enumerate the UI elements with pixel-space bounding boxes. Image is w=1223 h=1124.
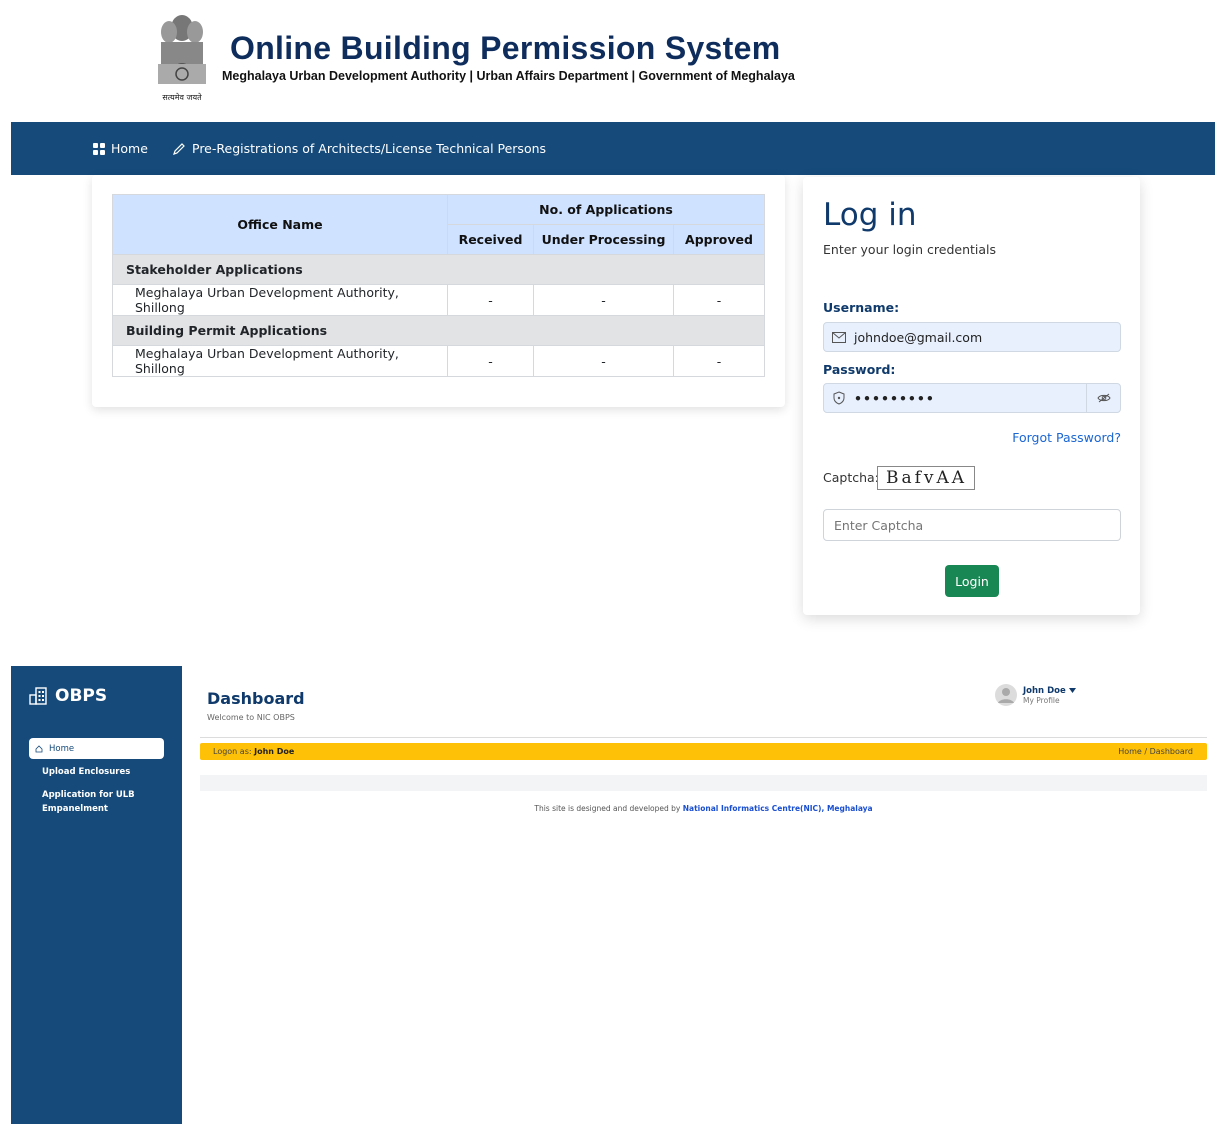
toggle-password-eye-icon[interactable]	[1086, 384, 1120, 412]
top-navbar: Home Pre-Registrations of Architects/Lic…	[11, 122, 1215, 175]
received-cell: -	[447, 345, 534, 377]
login-card: Log in Enter your login credentials User…	[803, 177, 1140, 615]
username-field[interactable]: johndoe@gmail.com	[823, 322, 1121, 352]
brand-logo[interactable]: OBPS	[29, 686, 107, 706]
col-received: Received	[447, 224, 534, 255]
processing-cell: -	[533, 284, 674, 316]
shield-icon	[824, 391, 854, 405]
received-cell: -	[447, 284, 534, 316]
col-under-processing: Under Processing	[533, 224, 674, 255]
nav-home-label: Home	[111, 141, 148, 156]
table-row: Meghalaya Urban Development Authority, S…	[112, 284, 765, 316]
dashboard-sidebar: OBPS Home Upload Enclosures Application …	[11, 666, 182, 1124]
nav-preregistration[interactable]: Pre-Registrations of Architects/License …	[172, 141, 546, 156]
divider	[200, 737, 1207, 738]
avatar-icon	[995, 684, 1017, 706]
footer: This site is designed and developed by N…	[200, 804, 1207, 813]
user-menu[interactable]: John Doe My Profile	[995, 684, 1076, 706]
login-title: Log in	[823, 197, 917, 233]
svg-text:सत्यमेव जयते: सत्यमेव जयते	[162, 92, 202, 102]
logon-status: Logon as: John Doe	[213, 747, 294, 756]
captcha-input[interactable]	[823, 509, 1121, 541]
nav-home[interactable]: Home	[93, 141, 148, 156]
application-stats-table: Office Name No. of Applications Received…	[112, 194, 765, 377]
page-title: Dashboard	[207, 689, 305, 708]
login-subtitle: Enter your login credentials	[823, 242, 997, 257]
captcha-label: Captcha:	[823, 470, 879, 485]
processing-cell: -	[533, 345, 674, 377]
sidebar-item-upload-enclosures[interactable]: Upload Enclosures	[42, 765, 130, 779]
approved-cell: -	[673, 345, 765, 377]
password-value: •••••••••	[854, 390, 935, 406]
table-row: Meghalaya Urban Development Authority, S…	[112, 345, 765, 377]
nav-preregistration-label: Pre-Registrations of Architects/License …	[192, 141, 547, 156]
captcha-image: BafvAA	[877, 466, 975, 490]
logon-prefix: Logon as:	[213, 747, 252, 756]
forgot-password-link[interactable]: Forgot Password?	[1012, 430, 1121, 445]
pencil-icon	[173, 142, 185, 155]
approved-cell: -	[673, 284, 765, 316]
application-stats-card: Office Name No. of Applications Received…	[92, 175, 785, 407]
breadcrumb[interactable]: Home / Dashboard	[1118, 747, 1193, 756]
logon-user: John Doe	[254, 747, 295, 756]
my-profile-link[interactable]: My Profile	[1023, 696, 1076, 705]
section-row: Building Permit Applications	[112, 315, 765, 346]
site-subtitle: Meghalaya Urban Development Authority | …	[222, 69, 795, 83]
content-area	[200, 775, 1207, 791]
password-label: Password:	[823, 362, 896, 377]
user-name: John Doe	[1023, 685, 1066, 696]
sidebar-item-ulb-empanelment[interactable]: Application for ULB Empanelment	[42, 788, 142, 816]
site-title: Online Building Permission System	[230, 30, 781, 66]
section-row: Stakeholder Applications	[112, 254, 765, 285]
sidebar-item-label: Home	[49, 743, 75, 754]
username-label: Username:	[823, 300, 900, 315]
col-approved: Approved	[673, 224, 765, 255]
office-name-cell: Meghalaya Urban Development Authority, S…	[112, 284, 448, 316]
login-button[interactable]: Login	[945, 565, 999, 597]
footer-org-link[interactable]: National Informatics Centre(NIC), Meghal…	[683, 804, 873, 813]
col-office-name: Office Name	[112, 194, 448, 255]
caret-down-icon[interactable]	[1068, 688, 1076, 693]
password-field[interactable]: •••••••••	[823, 383, 1121, 413]
state-emblem-icon: सत्यमेव जयते	[158, 15, 206, 102]
brand-label: OBPS	[55, 686, 108, 706]
section-title: Stakeholder Applications	[112, 254, 765, 285]
col-no-of-applications: No. of Applications	[447, 194, 765, 225]
page: सत्यमेव जयते Online Building Permission …	[0, 0, 1223, 1124]
building-icon	[29, 687, 47, 705]
username-value: johndoe@gmail.com	[854, 329, 983, 345]
user-info: John Doe My Profile	[1023, 686, 1076, 705]
section-title: Building Permit Applications	[112, 315, 765, 346]
office-name-cell: Meghalaya Urban Development Authority, S…	[112, 345, 448, 377]
envelope-icon	[824, 331, 854, 343]
sidebar-item-home[interactable]: Home	[29, 738, 164, 759]
home-icon	[35, 744, 43, 752]
welcome-text: Welcome to NIC OBPS	[207, 713, 295, 722]
grid-icon	[93, 142, 105, 155]
logon-status-bar: Logon as: John Doe Home / Dashboard	[200, 743, 1207, 760]
footer-prefix: This site is designed and developed by	[534, 804, 681, 813]
